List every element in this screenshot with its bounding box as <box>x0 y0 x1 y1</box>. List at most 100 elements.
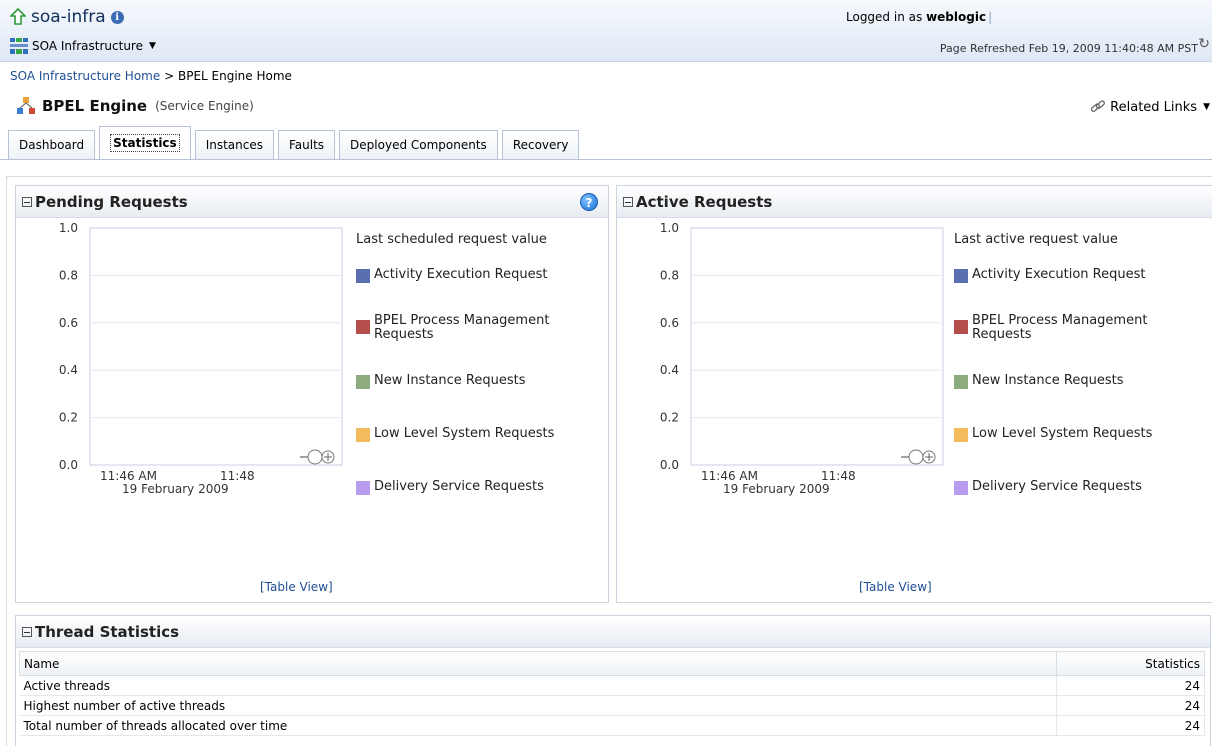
legend-swatch <box>954 481 968 495</box>
up-arrow-icon[interactable] <box>10 8 26 26</box>
column-header-name[interactable]: Name <box>19 651 1057 676</box>
y-tick-label: 0.0 <box>660 458 679 472</box>
logged-in-status: Logged in as weblogic | <box>846 10 992 24</box>
legend-swatch <box>356 428 370 442</box>
tab-dashboard[interactable]: Dashboard <box>8 130 96 159</box>
tab-faults[interactable]: Faults <box>277 130 336 159</box>
chevron-down-icon: ▼ <box>1203 102 1210 112</box>
active-requests-panel: Active Requests 1.0 0.8 0.6 0.4 0.2 0.0 11:46 … <box>616 185 1212 603</box>
info-icon[interactable]: i <box>110 10 124 24</box>
related-links-menu[interactable]: Related Links ▼ <box>1090 99 1210 115</box>
column-header-statistics[interactable]: Statistics <box>1056 651 1205 676</box>
plot-area <box>89 227 343 466</box>
y-tick-label: 0.8 <box>59 268 78 282</box>
breadcrumb-soa-home-link[interactable]: SOA Infrastructure Home <box>10 69 160 83</box>
legend-label: Delivery Service Requests <box>374 479 544 494</box>
app-header: soa-infra i SOA Infrastructure ▼ Logged … <box>0 0 1212 62</box>
legend-swatch <box>356 481 370 495</box>
legend-swatch <box>954 320 968 334</box>
y-tick-label: 0.2 <box>660 411 679 425</box>
tab-statistics[interactable]: Statistics <box>99 126 191 159</box>
active-requests-title: Active Requests <box>636 192 773 211</box>
legend-item-activity-execution: Activity Execution Request <box>954 266 1145 283</box>
logged-in-prefix: Logged in as <box>846 10 923 24</box>
x-tick-label: 11:48 <box>821 469 856 483</box>
tab-label: Faults <box>288 138 325 152</box>
active-requests-legend: Last active request value Activity Execu… <box>954 232 1209 512</box>
row-name: Highest number of active threads <box>19 695 1057 716</box>
breadcrumb-separator: > <box>164 69 175 83</box>
row-name: Total number of threads allocated over t… <box>19 715 1057 736</box>
tab-deployed-components[interactable]: Deployed Components <box>339 130 498 159</box>
pending-requests-chart: 1.0 0.8 0.6 0.4 0.2 0.0 11:46 AM 11:4819 Februa… <box>59 221 343 496</box>
y-tick-label: 0.0 <box>59 458 78 472</box>
x-tick-label: 11:46 AM <box>100 469 157 483</box>
tab-label: Recovery <box>512 138 569 152</box>
soa-infrastructure-label: SOA Infrastructure <box>32 39 143 53</box>
y-tick-label: 0.8 <box>660 268 679 282</box>
x-date-label: 19 February 2009 <box>122 482 229 496</box>
help-icon[interactable]: ? <box>580 193 598 211</box>
legend-label: Low Level System Requests <box>374 426 555 441</box>
collapse-icon[interactable] <box>22 196 32 207</box>
collapse-icon[interactable] <box>623 196 633 207</box>
collapse-icon[interactable] <box>22 626 32 637</box>
legend-label: Low Level System Requests <box>972 426 1153 441</box>
legend-item-new-instance: New Instance Requests <box>356 372 526 389</box>
tab-instances[interactable]: Instances <box>194 130 274 159</box>
app-title-area: soa-infra i <box>10 7 124 27</box>
table-row[interactable]: Highest number of active threads 24 <box>19 695 1205 716</box>
legend-item-activity-execution: Activity Execution Request <box>356 266 547 283</box>
legend-swatch <box>954 428 968 442</box>
legend-title: Last active request value <box>954 232 1118 247</box>
username: weblogic <box>926 10 987 24</box>
soa-infrastructure-menu[interactable]: SOA Infrastructure ▼ <box>10 38 156 54</box>
table-view-link[interactable]: [Table View] <box>859 580 932 594</box>
page-refreshed-text: Page Refreshed Feb 19, 2009 11:40:48 AM … <box>939 42 1198 55</box>
breadcrumb: SOA Infrastructure Home > BPEL Engine Ho… <box>10 69 292 83</box>
page-subtitle: (Service Engine) <box>155 99 254 113</box>
legend-swatch <box>356 375 370 389</box>
legend-item-delivery-service: Delivery Service Requests <box>356 478 544 495</box>
zoom-out-icon <box>307 449 323 465</box>
row-value: 24 <box>1056 695 1205 716</box>
tab-label: Dashboard <box>19 138 85 152</box>
y-tick-label: 0.4 <box>59 363 78 377</box>
legend-item-low-level-system: Low Level System Requests <box>356 425 554 442</box>
legend-title: Last scheduled request value <box>356 232 547 247</box>
pending-requests-header: Pending Requests ? <box>16 186 608 218</box>
table-view-link[interactable]: [Table View] <box>260 580 333 594</box>
zoom-out-icon <box>908 449 924 465</box>
thread-statistics-title: Thread Statistics <box>35 622 180 641</box>
x-date-label: 19 February 2009 <box>723 482 830 496</box>
statistics-content: Pending Requests ? 1.0 0.8 0.6 0.4 0.2 0.0 11:… <box>6 176 1212 746</box>
row-value: 24 <box>1056 675 1205 696</box>
x-tick-label: 11:46 AM <box>701 469 758 483</box>
legend-label: BPEL Process Management Requests <box>374 313 550 342</box>
table-row[interactable]: Active threads 24 <box>19 675 1205 696</box>
legend-swatch <box>356 320 370 334</box>
row-value: 24 <box>1056 715 1205 736</box>
chevron-down-icon: ▼ <box>149 41 156 51</box>
thread-statistics-table: Name Statistics Active threads 24 Highes… <box>19 651 1205 736</box>
refresh-icon[interactable]: ↻ <box>1198 36 1210 52</box>
y-tick-label: 0.6 <box>59 316 78 330</box>
related-links-label: Related Links <box>1110 99 1198 115</box>
legend-swatch <box>954 375 968 389</box>
table-row[interactable]: Total number of threads allocated over t… <box>19 715 1205 736</box>
legend-item-bpel-process-management: BPEL Process Management Requests <box>954 312 1189 342</box>
tab-recovery[interactable]: Recovery <box>501 130 580 159</box>
legend-item-bpel-process-management: BPEL Process Management Requests <box>356 312 591 342</box>
tab-divider <box>0 159 1212 160</box>
legend-label: BPEL Process Management Requests <box>972 313 1148 342</box>
x-tick-label: 11:48 <box>220 469 255 483</box>
thread-statistics-header: Thread Statistics <box>16 616 1210 648</box>
pending-requests-legend: Last scheduled request value Activity Ex… <box>356 232 606 512</box>
breadcrumb-current: BPEL Engine Home <box>177 69 292 83</box>
tab-label: Statistics <box>110 134 180 152</box>
y-tick-label: 0.6 <box>660 316 679 330</box>
legend-item-low-level-system: Low Level System Requests <box>954 425 1152 442</box>
link-icon <box>1090 100 1106 112</box>
page-title-area: BPEL Engine (Service Engine) <box>16 97 254 115</box>
legend-label: Delivery Service Requests <box>972 479 1142 494</box>
